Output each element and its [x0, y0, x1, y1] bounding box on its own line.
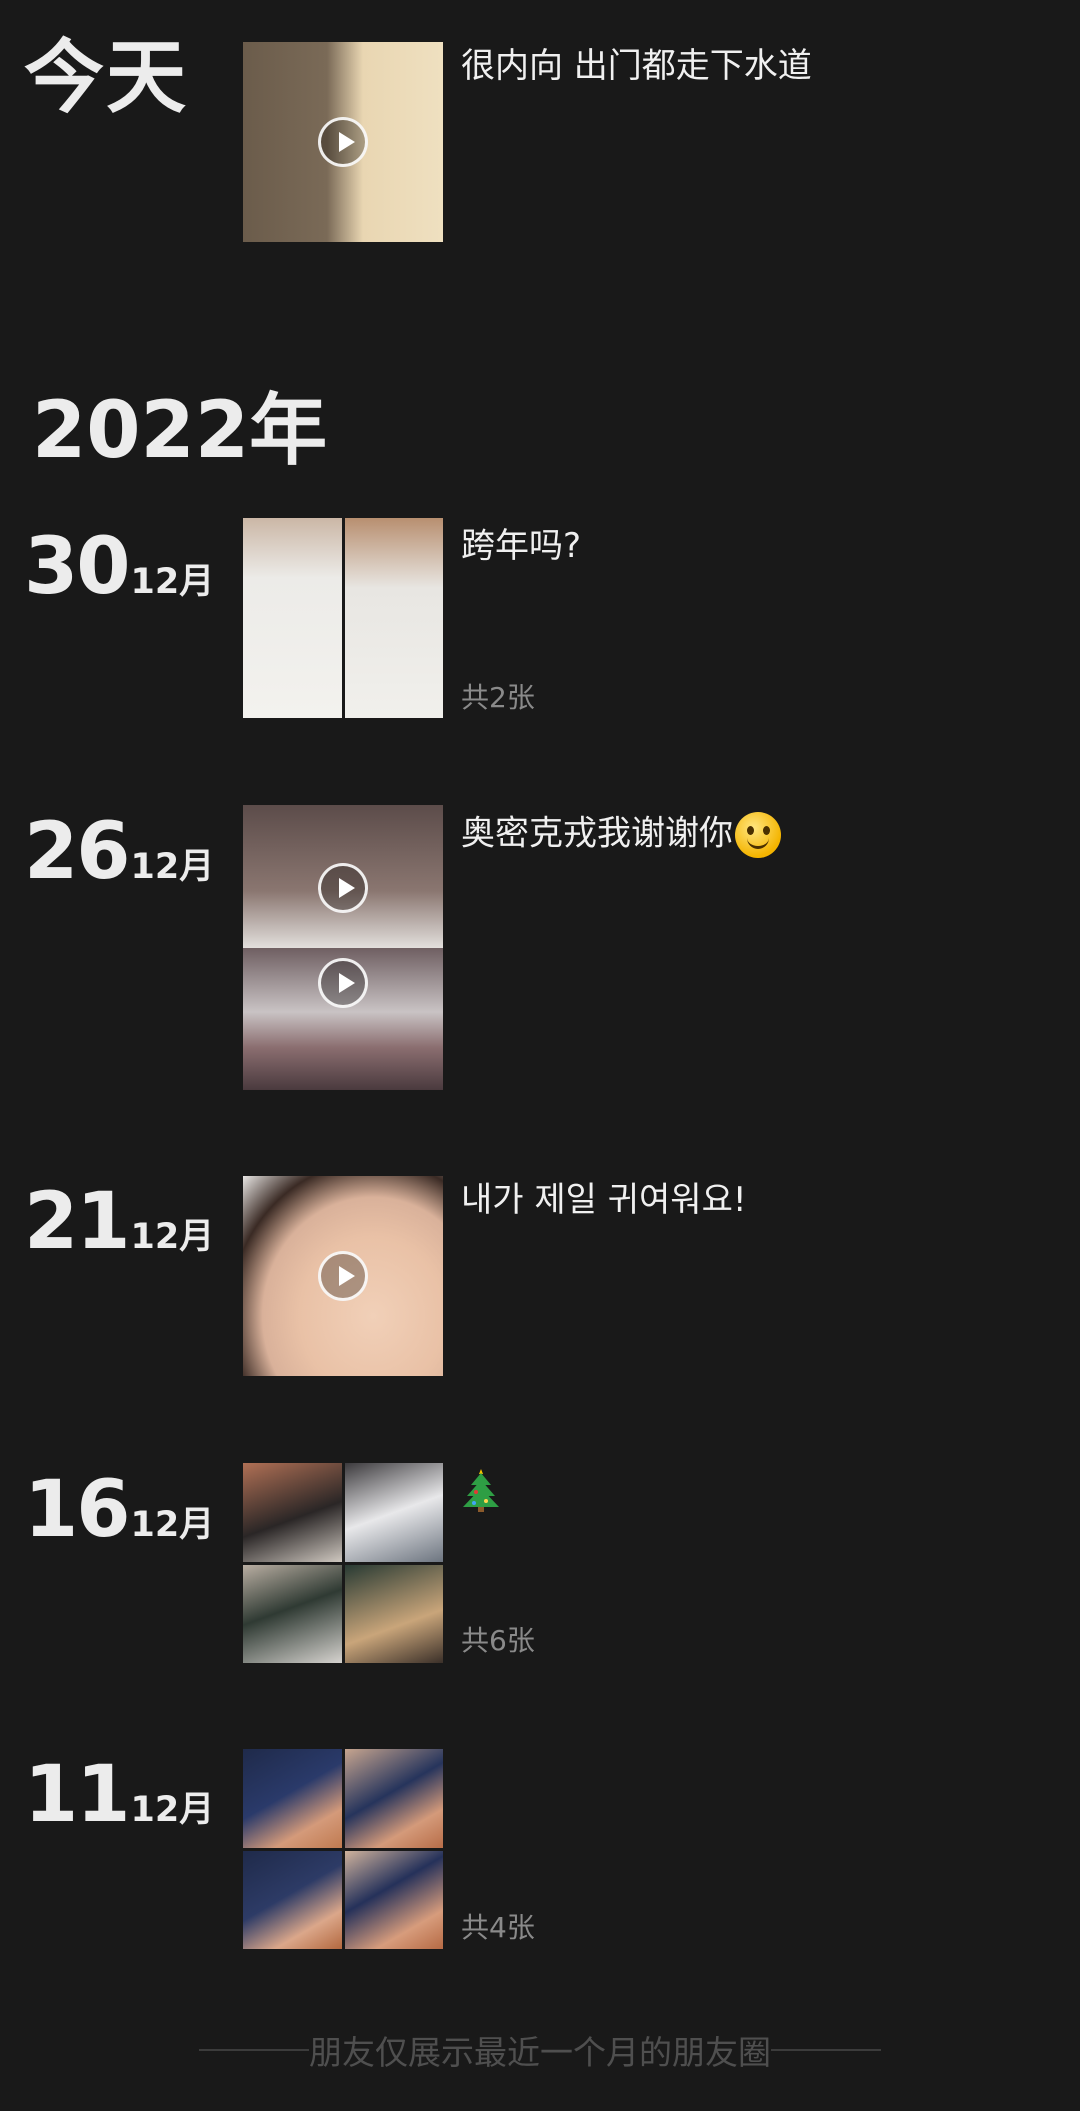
post-photo[interactable] — [243, 518, 342, 718]
post-month: 12月 — [130, 1790, 215, 1830]
post-month: 12月 — [130, 562, 215, 602]
post-photo-grid[interactable] — [243, 518, 443, 718]
moments-timeline: 今天 很内向 出门都走下水道 2022年 3012月 跨年吗? 共2张 2612… — [0, 0, 1080, 2111]
photo-count: 共6张 — [461, 1624, 535, 1657]
divider-line — [771, 2049, 881, 2051]
post-photo[interactable] — [344, 1463, 443, 1562]
post-date: 3012月 — [24, 528, 214, 606]
post-month: 12月 — [130, 847, 215, 887]
post-caption: 내가 제일 귀여워요! — [461, 1180, 747, 1220]
post-video-thumbnail[interactable] — [243, 1176, 443, 1376]
play-icon — [318, 862, 368, 913]
post-caption: 跨年吗? — [461, 526, 582, 566]
footer-text: 朋友仅展示最近一个月的朋友圈 — [309, 2033, 771, 2072]
post-photo[interactable] — [243, 1564, 342, 1663]
post-month: 12月 — [130, 1505, 215, 1545]
post-day: 21 — [24, 1177, 131, 1267]
post-day: 16 — [24, 1465, 131, 1555]
divider-line — [199, 2049, 309, 2051]
smile-emoji-icon — [735, 812, 781, 858]
today-caption: 很内向 出门都走下水道 — [461, 46, 812, 86]
post-day: 26 — [24, 807, 131, 897]
post-date: 1112月 — [24, 1756, 214, 1834]
post-caption: 奥密克戎我谢谢你 — [461, 812, 781, 858]
post-photo[interactable] — [344, 1749, 443, 1848]
post-day: 30 — [24, 522, 131, 612]
play-icon — [318, 1251, 368, 1301]
photo-count: 共4张 — [461, 1911, 535, 1944]
post-caption-text: 奥密克戎我谢谢你 — [461, 813, 733, 854]
today-label: 今天 — [24, 31, 188, 124]
post-month: 12月 — [130, 1217, 215, 1257]
post-photo-grid[interactable] — [243, 1749, 443, 1949]
christmas-tree-emoji-icon — [463, 1469, 499, 1512]
post-photo-grid[interactable] — [243, 1463, 443, 1663]
post-date: 2112月 — [24, 1183, 214, 1261]
play-icon — [318, 117, 368, 167]
post-photo[interactable] — [344, 1850, 443, 1949]
post-photo[interactable] — [243, 1749, 342, 1848]
post-photo[interactable] — [344, 518, 443, 718]
post-video-thumbnail[interactable] — [243, 805, 443, 1090]
post-photo[interactable] — [243, 1463, 342, 1562]
today-video-thumbnail[interactable] — [243, 42, 443, 242]
post-date: 2612月 — [24, 813, 214, 891]
footer-notice: 朋友仅展示最近一个月的朋友圈 — [0, 2026, 1080, 2074]
photo-count: 共2张 — [461, 681, 535, 714]
post-photo[interactable] — [243, 1850, 342, 1949]
post-photo[interactable] — [344, 1564, 443, 1663]
year-heading: 2022年 — [32, 386, 328, 476]
post-date: 1612月 — [24, 1471, 214, 1549]
play-icon — [318, 958, 368, 1009]
post-day: 11 — [24, 1750, 131, 1840]
